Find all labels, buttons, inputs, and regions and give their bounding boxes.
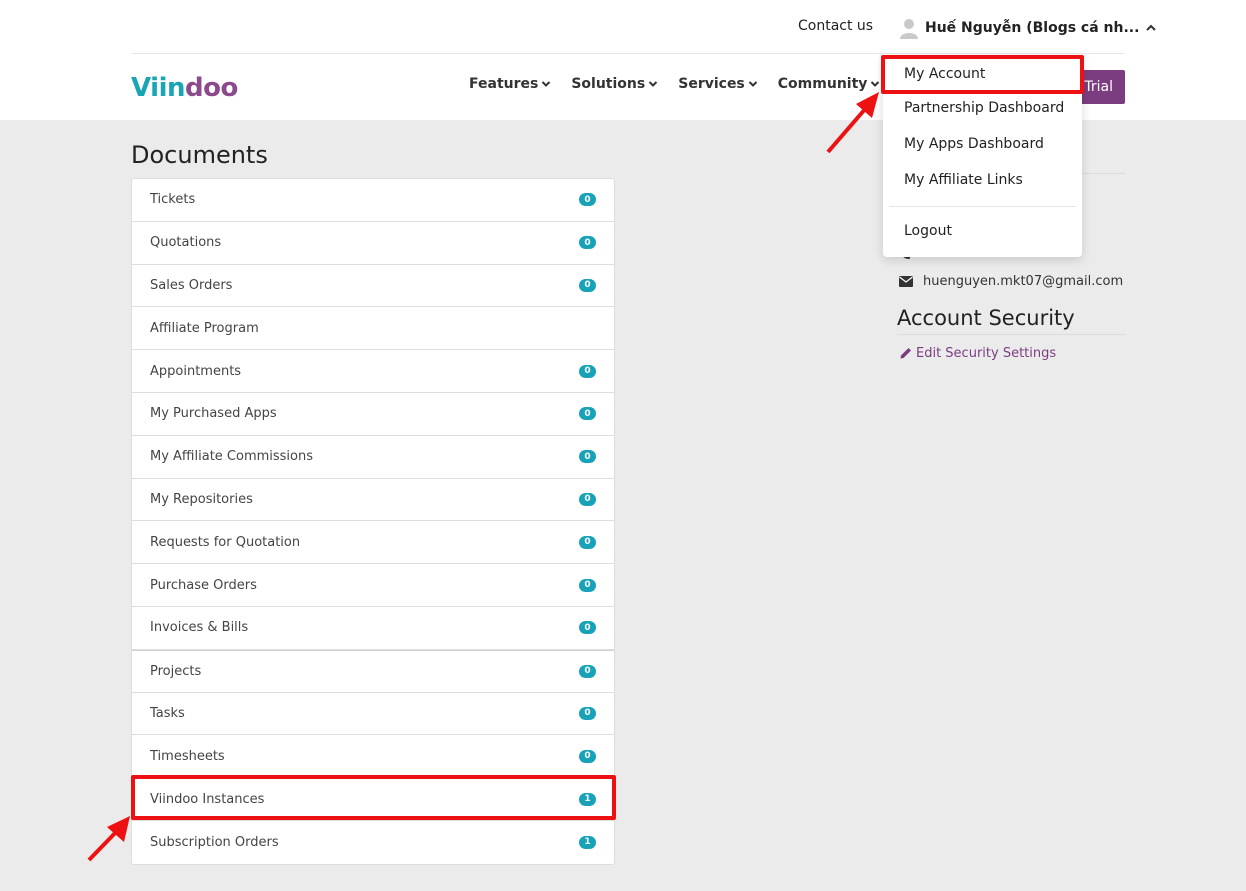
logo-text-part2: doo [185,73,238,103]
doc-item-label: My Affiliate Commissions [150,449,314,465]
doc-item-subscription-orders[interactable]: Subscription Orders 1 [132,821,614,864]
count-badge: 0 [579,706,596,720]
doc-item-affiliate-program[interactable]: Affiliate Program [132,307,614,351]
count-badge: 0 [579,578,596,592]
nav-services[interactable]: Services [678,76,758,92]
envelope-icon [899,276,913,287]
doc-item-projects[interactable]: Projects 0 [132,649,614,693]
doc-item-label: Affiliate Program [150,320,259,336]
menu-divider [889,206,1076,207]
count-badge: 0 [579,535,596,549]
doc-item-label: Timesheets [150,748,225,764]
count-badge: 1 [579,835,596,849]
count-badge: 0 [579,749,596,763]
doc-item-label: Tasks [150,705,185,721]
arrow-to-viindoo-instances [87,816,130,862]
nav-solutions-label: Solutions [571,76,646,92]
doc-item-label: Tickets [150,192,196,208]
documents-list: Tickets 0 Quotations 0 Sales Orders 0 Af… [131,178,615,865]
count-badge: 0 [579,664,596,678]
pencil-icon [900,348,911,359]
nav-solutions[interactable]: Solutions [571,76,658,92]
doc-item-label: Projects [150,663,202,679]
edit-security-settings-link[interactable]: Edit Security Settings [899,346,1056,361]
doc-item-label: Requests for Quotation [150,534,301,550]
nav-features-label: Features [469,76,539,92]
doc-item-my-purchased-apps[interactable]: My Purchased Apps 0 [132,393,614,436]
trial-button-label: Trial [1084,79,1113,95]
user-menu-toggle[interactable]: Huế Nguyễn (Blogs cá nh... [899,16,1157,40]
doc-item-label: Quotations [150,235,222,251]
email-address: huenguyen.mkt07@gmail.com [923,274,1124,289]
user-avatar-icon [900,19,918,39]
doc-item-label: Purchase Orders [150,577,257,593]
doc-item-requests-for-quotation[interactable]: Requests for Quotation 0 [132,521,614,565]
chevron-up-icon [1146,24,1157,31]
contact-us-link[interactable]: Contact us [798,18,873,34]
documents-title: Documents [131,141,268,169]
account-security-title: Account Security [897,306,1125,335]
doc-item-sales-orders[interactable]: Sales Orders 0 [132,265,614,308]
user-name: Huế Nguyễn (Blogs cá nh... [925,20,1140,36]
count-badge: 0 [579,407,596,421]
menu-item-my-affiliate-links[interactable]: My Affiliate Links [904,172,1023,188]
chevron-down-icon [748,81,757,87]
nav-menu: Features Solutions Services Community [469,76,900,92]
nav-community[interactable]: Community [778,76,881,92]
top-bar: Contact us Huế Nguyễn (Blogs cá nh... [131,0,1157,54]
edit-security-label: Edit Security Settings [916,346,1057,361]
doc-item-label: Invoices & Bills [150,620,249,636]
nav-features[interactable]: Features [469,76,551,92]
viindoo-logo[interactable]: Viin doo [131,73,238,103]
count-badge: 0 [579,193,596,207]
doc-item-my-repositories[interactable]: My Repositories 0 [132,479,614,522]
doc-item-tasks[interactable]: Tasks 0 [132,693,614,736]
nav-services-label: Services [678,76,745,92]
doc-item-label: Sales Orders [150,277,233,293]
count-badge: 0 [579,621,596,635]
count-badge: 0 [579,450,596,464]
menu-item-my-apps-dashboard[interactable]: My Apps Dashboard [904,136,1044,152]
doc-item-purchase-orders[interactable]: Purchase Orders 0 [132,564,614,607]
doc-item-timesheets[interactable]: Timesheets 0 [132,735,614,779]
nav-community-label: Community [777,76,868,92]
highlight-box-my-account [881,55,1084,94]
doc-item-label: My Purchased Apps [150,406,277,422]
doc-item-my-affiliate-commissions[interactable]: My Affiliate Commissions 0 [132,436,614,479]
chevron-down-icon [542,81,551,87]
doc-item-label: My Repositories [150,491,253,507]
doc-item-appointments[interactable]: Appointments 0 [132,350,614,393]
highlight-box-viindoo-instances [131,775,616,820]
menu-item-logout[interactable]: Logout [904,223,952,239]
doc-item-quotations[interactable]: Quotations 0 [132,222,614,265]
count-badge: 0 [579,492,596,506]
chevron-down-icon [649,81,658,87]
count-badge: 0 [579,364,596,378]
chevron-down-icon [871,81,880,87]
logo-text-part1: Viin [131,73,186,103]
doc-item-tickets[interactable]: Tickets 0 [132,179,614,222]
count-badge: 0 [579,278,596,292]
doc-item-invoices-bills[interactable]: Invoices & Bills 0 [132,607,614,650]
menu-item-partnership-dashboard[interactable]: Partnership Dashboard [904,100,1064,116]
doc-item-label: Appointments [150,363,242,379]
email-row: huenguyen.mkt07@gmail.com [899,274,1123,289]
count-badge: 0 [579,236,596,250]
doc-item-label: Subscription Orders [150,834,279,850]
